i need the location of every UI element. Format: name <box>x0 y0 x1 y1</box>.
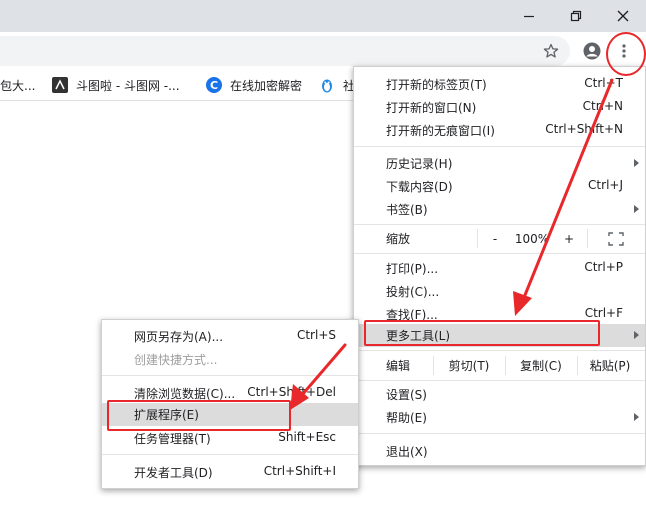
menu-item-exit[interactable]: 退出(X) <box>354 440 645 463</box>
menu-divider <box>354 146 645 147</box>
address-bar[interactable] <box>0 36 570 66</box>
zoom-level: 100% <box>514 231 550 246</box>
profile-button[interactable] <box>580 38 604 64</box>
menu-item-save-page[interactable]: 网页另存为(A)... Ctrl+S <box>102 325 358 348</box>
star-icon <box>543 43 559 58</box>
menu-item-bookmarks[interactable]: 书签(B) <box>354 198 645 221</box>
bookmark-item[interactable]: 斗图啦 - 斗图网 -... <box>52 70 180 100</box>
submenu-arrow-icon <box>634 205 639 213</box>
submenu-arrow-icon <box>634 159 639 167</box>
menu-item-create-shortcut: 创建快捷方式... <box>134 353 218 367</box>
submenu-arrow-icon <box>634 331 639 339</box>
doutula-icon <box>52 77 68 93</box>
fullscreen-button[interactable] <box>602 227 630 250</box>
copy-button[interactable]: 复制(C) <box>505 354 577 377</box>
menu-divider <box>354 350 645 351</box>
bookmark-item[interactable]: 社 <box>319 70 355 100</box>
menu-item-help[interactable]: 帮助(E) <box>354 406 645 429</box>
menu-item-settings[interactable]: 设置(S) <box>354 383 645 406</box>
close-window-button[interactable] <box>600 0 646 32</box>
menu-divider <box>354 433 645 434</box>
title-bar <box>0 0 646 32</box>
menu-item-print[interactable]: 打印(P)... Ctrl+P <box>354 257 645 280</box>
zoom-in-button[interactable]: + <box>556 227 582 250</box>
restore-icon <box>570 10 582 22</box>
menu-item-history[interactable]: 历史记录(H) <box>354 152 645 175</box>
restore-button[interactable] <box>553 0 599 32</box>
annotation-box-extensions <box>107 400 291 431</box>
submenu-arrow-icon <box>634 413 639 421</box>
close-icon <box>617 10 629 22</box>
menu-item-cast[interactable]: 投射(C)... <box>354 280 645 303</box>
menu-divider <box>102 454 358 455</box>
fullscreen-icon <box>608 231 624 246</box>
cut-button[interactable]: 剪切(T) <box>433 354 505 377</box>
c-logo-icon: C <box>206 77 222 93</box>
minimize-icon <box>524 15 534 18</box>
menu-divider <box>102 375 358 376</box>
zoom-out-button[interactable]: - <box>482 227 508 250</box>
edit-row: 编辑 剪切(T) 复制(C) 粘贴(P) <box>354 354 645 377</box>
menu-item-new-window[interactable]: 打开新的窗口(N) Ctrl+N <box>354 96 645 119</box>
menu-item-dev-tools[interactable]: 开发者工具(D) Ctrl+Shift+I <box>102 461 358 484</box>
penguin-icon <box>319 77 335 93</box>
zoom-row: 缩放 - 100% + <box>354 227 645 250</box>
menu-item-downloads[interactable]: 下载内容(D) Ctrl+J <box>354 175 645 198</box>
annotation-circle-menu-button <box>606 32 646 76</box>
minimize-button[interactable] <box>506 0 552 32</box>
menu-divider <box>354 380 645 381</box>
avatar-icon <box>583 42 601 60</box>
paste-button[interactable]: 粘贴(P) <box>577 354 643 377</box>
bookmark-item[interactable]: C 在线加密解密 <box>206 70 302 100</box>
chrome-main-menu: 打开新的标签页(T) Ctrl+T 打开新的窗口(N) Ctrl+N 打开新的无… <box>353 66 646 466</box>
annotation-box-more-tools <box>364 320 600 346</box>
bookmark-star-button[interactable] <box>540 36 562 66</box>
menu-divider <box>354 253 645 254</box>
menu-item-incognito[interactable]: 打开新的无痕窗口(I) Ctrl+Shift+N <box>354 119 645 142</box>
menu-divider <box>354 224 645 225</box>
menu-item-new-tab[interactable]: 打开新的标签页(T) Ctrl+T <box>354 73 645 96</box>
bookmark-item[interactable]: 包大... <box>0 70 35 100</box>
